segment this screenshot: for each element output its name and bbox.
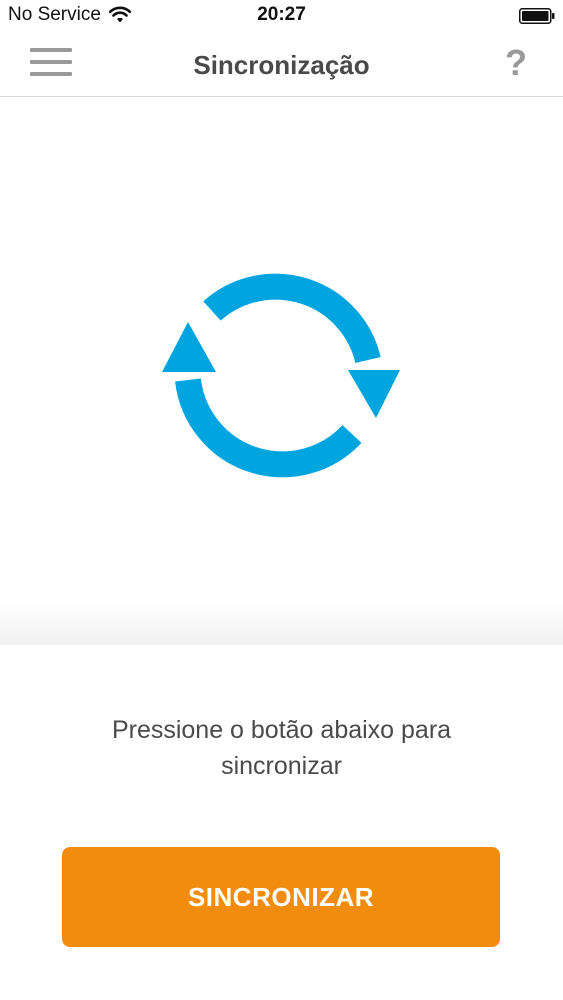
instruction-line-2: sincronizar — [221, 752, 342, 780]
page-title: Sincronização — [193, 50, 370, 80]
sync-button[interactable]: SINCRONIZAR — [62, 847, 500, 947]
battery-icon — [519, 8, 555, 24]
sync-illustration — [0, 97, 563, 645]
status-time: 20:27 — [257, 4, 306, 25]
instruction-line-1: Pressione o botão abaixo para — [111, 716, 452, 744]
status-bar: No Service 20:27 — [0, 0, 563, 32]
navigation-bar: Sincronização ? — [0, 32, 563, 97]
sync-screen: No Service 20:27 Sincronização ? Pressio… — [0, 0, 563, 1000]
sync-arrows-icon — [162, 273, 400, 478]
instruction-text: Pressione o botão abaixo para sincroniza… — [60, 712, 503, 784]
help-button[interactable]: ? — [505, 42, 527, 84]
